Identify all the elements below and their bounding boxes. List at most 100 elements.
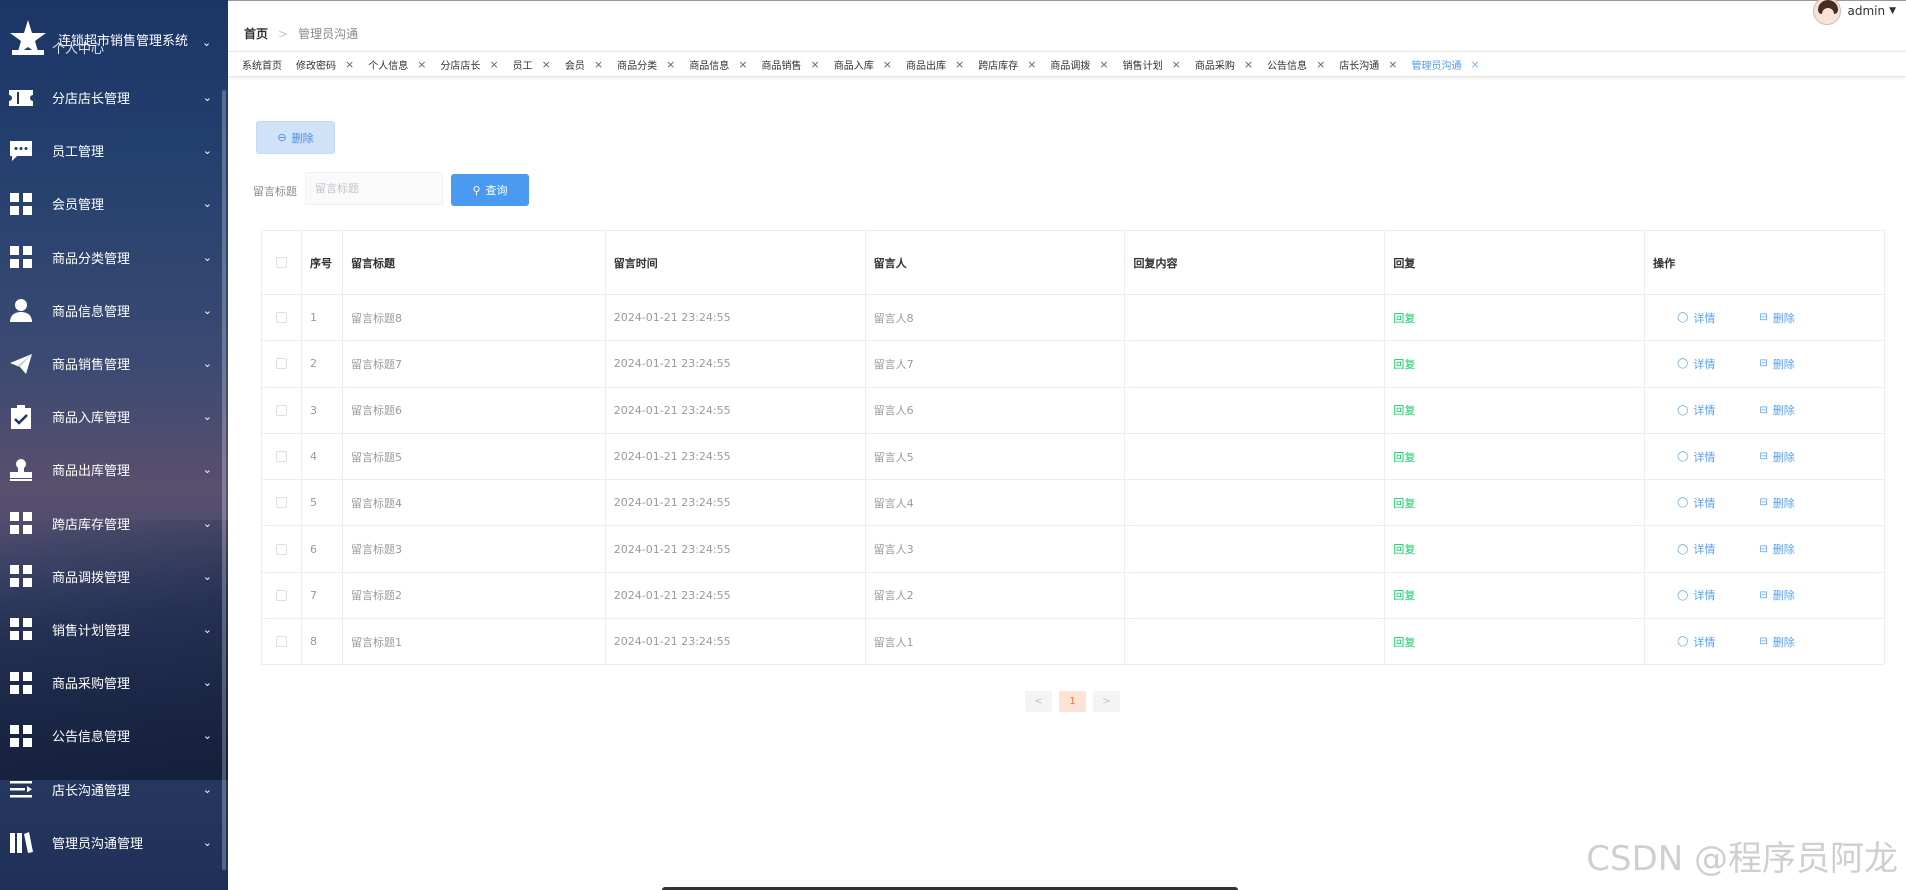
sidebar-item-1[interactable]: 员工管理 ⌄ bbox=[0, 124, 228, 177]
next-page-button[interactable]: > bbox=[1093, 691, 1120, 712]
reply-link[interactable]: 回复 bbox=[1393, 495, 1415, 511]
tab-16[interactable]: 店长沟通 × bbox=[1339, 57, 1397, 72]
reply-link[interactable]: 回复 bbox=[1393, 310, 1415, 326]
tab-12[interactable]: 商品调拨 × bbox=[1050, 57, 1108, 72]
delete-button[interactable]: ⊟ 删除 bbox=[1759, 449, 1794, 465]
avatar[interactable] bbox=[1813, 0, 1842, 25]
sidebar-item-11[interactable]: 商品采购管理 ⌄ bbox=[0, 656, 228, 709]
close-icon[interactable]: × bbox=[594, 58, 603, 71]
breadcrumb-home[interactable]: 首页 bbox=[244, 25, 268, 42]
row-checkbox[interactable] bbox=[275, 404, 287, 416]
tab-13[interactable]: 销售计划 × bbox=[1123, 57, 1181, 72]
detail-button[interactable]: ◯ 详情 bbox=[1677, 356, 1715, 372]
tab-8[interactable]: 商品销售 × bbox=[762, 57, 820, 72]
sidebar-item-8[interactable]: 跨店库存管理 ⌄ bbox=[0, 497, 228, 550]
tab-2[interactable]: 个人信息 × bbox=[368, 57, 426, 72]
close-icon[interactable]: × bbox=[883, 58, 892, 71]
close-icon[interactable]: × bbox=[1388, 58, 1397, 71]
sidebar-item-7[interactable]: 商品出库管理 ⌄ bbox=[0, 443, 228, 496]
tab-15[interactable]: 公告信息 × bbox=[1267, 57, 1325, 72]
reply-link[interactable]: 回复 bbox=[1393, 449, 1415, 465]
sidebar-item-3[interactable]: 商品分类管理 ⌄ bbox=[0, 231, 228, 284]
sidebar-item-9[interactable]: 商品调拨管理 ⌄ bbox=[0, 550, 228, 603]
close-icon[interactable]: × bbox=[1471, 58, 1480, 71]
close-icon[interactable]: × bbox=[1316, 58, 1325, 71]
reply-link[interactable]: 回复 bbox=[1393, 587, 1415, 603]
sidebar-item-5[interactable]: 商品销售管理 ⌄ bbox=[0, 337, 228, 390]
detail-button[interactable]: ◯ 详情 bbox=[1677, 495, 1715, 511]
row-checkbox[interactable] bbox=[275, 358, 287, 370]
close-icon[interactable]: × bbox=[489, 58, 498, 71]
sidebar-item-14[interactable]: 管理员沟通管理 ⌄ bbox=[0, 816, 228, 869]
close-icon[interactable]: × bbox=[1027, 58, 1036, 71]
tab-0[interactable]: 系统首页 bbox=[242, 57, 282, 72]
close-icon[interactable]: × bbox=[666, 58, 675, 71]
search-button[interactable]: ⚲ 查询 bbox=[451, 174, 529, 206]
prev-page-button[interactable]: < bbox=[1025, 691, 1052, 712]
info-circle-icon: ◯ bbox=[1677, 451, 1689, 463]
chevron-down-icon[interactable]: ⌄ bbox=[202, 36, 211, 49]
tab-9[interactable]: 商品入库 × bbox=[834, 57, 892, 72]
row-checkbox[interactable] bbox=[275, 312, 287, 324]
delete-button[interactable]: ⊟ 删除 bbox=[1759, 310, 1794, 326]
sidebar-scrollbar[interactable] bbox=[222, 90, 226, 870]
close-icon[interactable]: × bbox=[1099, 58, 1108, 71]
sidebar-item-2[interactable]: 会员管理 ⌄ bbox=[0, 177, 228, 230]
reply-link[interactable]: 回复 bbox=[1393, 634, 1415, 650]
sidebar-item-12[interactable]: 公告信息管理 ⌄ bbox=[0, 709, 228, 762]
row-checkbox[interactable] bbox=[275, 451, 287, 463]
paper-plane-icon bbox=[8, 351, 34, 377]
close-icon[interactable]: × bbox=[1244, 58, 1253, 71]
reply-link[interactable]: 回复 bbox=[1393, 402, 1415, 418]
delete-button[interactable]: ⊟ 删除 bbox=[1759, 495, 1794, 511]
detail-button[interactable]: ◯ 详情 bbox=[1677, 310, 1715, 326]
tab-label: 公告信息 bbox=[1267, 60, 1308, 72]
username[interactable]: admin bbox=[1847, 4, 1885, 18]
delete-button[interactable]: ⊟ 删除 bbox=[1759, 587, 1794, 603]
detail-button[interactable]: ◯ 详情 bbox=[1677, 402, 1715, 418]
detail-button[interactable]: ◯ 详情 bbox=[1677, 634, 1715, 650]
close-icon[interactable]: × bbox=[955, 58, 964, 71]
delete-button[interactable]: ⊟ 删除 bbox=[1759, 402, 1794, 418]
close-icon[interactable]: × bbox=[542, 58, 551, 71]
tab-4[interactable]: 员工 × bbox=[513, 57, 551, 72]
row-checkbox[interactable] bbox=[275, 543, 287, 555]
sidebar-item-6[interactable]: 商品入库管理 ⌄ bbox=[0, 390, 228, 443]
select-all-checkbox[interactable] bbox=[275, 257, 287, 268]
close-icon[interactable]: × bbox=[345, 58, 354, 71]
search-input[interactable] bbox=[305, 172, 443, 205]
user-menu[interactable]: admin ▼ bbox=[1813, 0, 1896, 25]
delete-button[interactable]: ⊟ 删除 bbox=[1759, 356, 1794, 372]
reply-link[interactable]: 回复 bbox=[1393, 541, 1415, 557]
tab-1[interactable]: 修改密码 × bbox=[296, 57, 354, 72]
sidebar-item-4[interactable]: 商品信息管理 ⌄ bbox=[0, 284, 228, 337]
sidebar-item-10[interactable]: 销售计划管理 ⌄ bbox=[0, 603, 228, 656]
tab-6[interactable]: 商品分类 × bbox=[617, 57, 675, 72]
batch-delete-button[interactable]: ⊖ 删除 bbox=[256, 121, 335, 154]
detail-label: 详情 bbox=[1693, 543, 1716, 557]
caret-down-icon[interactable]: ▼ bbox=[1889, 6, 1896, 16]
page-button-current[interactable]: 1 bbox=[1059, 691, 1086, 712]
detail-button[interactable]: ◯ 详情 bbox=[1677, 541, 1715, 557]
row-checkbox[interactable] bbox=[275, 497, 287, 509]
tab-10[interactable]: 商品出库 × bbox=[906, 57, 964, 72]
row-checkbox[interactable] bbox=[275, 589, 287, 601]
close-icon[interactable]: × bbox=[811, 58, 820, 71]
delete-button[interactable]: ⊟ 删除 bbox=[1759, 634, 1794, 650]
tab-14[interactable]: 商品采购 × bbox=[1195, 57, 1253, 72]
tab-5[interactable]: 会员 × bbox=[565, 57, 603, 72]
row-checkbox[interactable] bbox=[275, 636, 287, 648]
delete-button[interactable]: ⊟ 删除 bbox=[1759, 541, 1794, 557]
tab-7[interactable]: 商品信息 × bbox=[689, 57, 747, 72]
tab-11[interactable]: 跨店库存 × bbox=[978, 57, 1036, 72]
detail-button[interactable]: ◯ 详情 bbox=[1677, 587, 1715, 603]
sidebar-item-0[interactable]: 分店店长管理 ⌄ bbox=[0, 71, 228, 124]
reply-link[interactable]: 回复 bbox=[1393, 356, 1415, 372]
close-icon[interactable]: × bbox=[1172, 58, 1181, 71]
detail-button[interactable]: ◯ 详情 bbox=[1677, 449, 1715, 465]
close-icon[interactable]: × bbox=[417, 58, 426, 71]
close-icon[interactable]: × bbox=[738, 58, 747, 71]
tab-3[interactable]: 分店店长 × bbox=[440, 57, 498, 72]
sidebar-item-13[interactable]: 店长沟通管理 ⌄ bbox=[0, 762, 228, 815]
tab-17[interactable]: 管理员沟通 × bbox=[1412, 57, 1480, 72]
